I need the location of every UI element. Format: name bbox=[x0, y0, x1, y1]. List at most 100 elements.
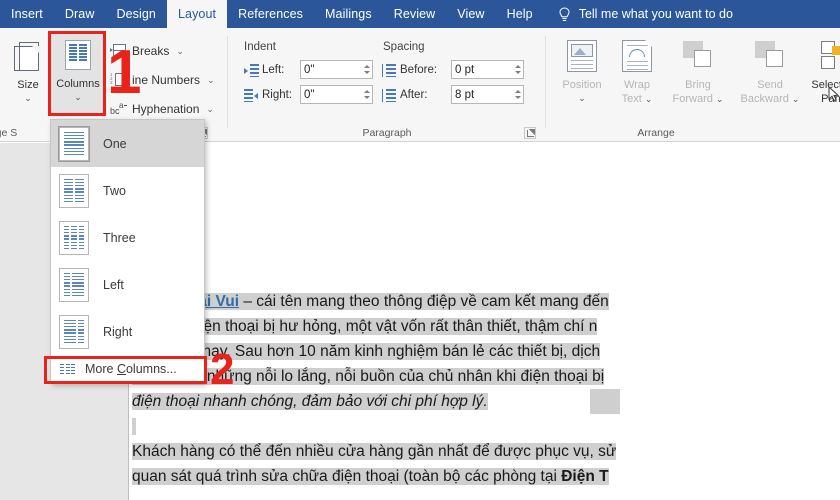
doc-line-3: trong thời nay. Sau hơn 10 năm kinh nghi… bbox=[132, 343, 601, 360]
bring-forward-button-label-2: Forward ⌄ bbox=[672, 92, 724, 105]
size-button-label: Size bbox=[17, 79, 39, 91]
indent-left-label: Left: bbox=[262, 64, 285, 76]
doc-line-1: Điện Thoại Vui – cái tên mang theo thông… bbox=[132, 289, 840, 314]
document-text: Điện Thoại Vui – cái tên mang theo thông… bbox=[132, 289, 840, 489]
tab-help-label: Help bbox=[506, 7, 533, 21]
doc-line-5: điện thoại nhanh chóng, đảm bảo với chi … bbox=[132, 389, 840, 414]
doc-line-1-rest: – cái tên mang theo thông điệp về cam kế… bbox=[239, 293, 609, 310]
indent-heading: Indent bbox=[244, 41, 276, 53]
tell-me-search[interactable]: Tell me what you want to do bbox=[544, 0, 733, 28]
menu-item-one[interactable]: One bbox=[51, 120, 204, 167]
chevron-down-icon: ⌄ bbox=[176, 45, 184, 56]
right-column-icon bbox=[59, 314, 89, 349]
menu-item-left-label: Left bbox=[103, 277, 124, 292]
tab-design[interactable]: Design bbox=[105, 0, 167, 28]
menu-item-three[interactable]: Three bbox=[51, 214, 204, 261]
send-backward-icon bbox=[755, 34, 785, 78]
spacing-before-spinner[interactable] bbox=[512, 61, 523, 78]
position-icon bbox=[567, 34, 597, 78]
spacing-after-input[interactable] bbox=[452, 86, 513, 103]
group-label-paragraph: Paragraph bbox=[362, 127, 412, 139]
tab-references-label: References bbox=[238, 7, 304, 21]
size-button[interactable]: Size ⌄ bbox=[2, 34, 54, 102]
tell-me-label: Tell me what you want to do bbox=[578, 7, 733, 21]
menu-item-two[interactable]: Two bbox=[51, 167, 204, 214]
wrap-text-button-label-1: Wrap bbox=[623, 79, 651, 91]
indent-right-label: Right: bbox=[262, 89, 293, 101]
spacing-before-label: Before: bbox=[400, 64, 438, 76]
spacing-before-input[interactable] bbox=[452, 61, 513, 78]
spacing-heading: Spacing bbox=[383, 41, 425, 53]
selection-pane-icon bbox=[819, 34, 840, 78]
bring-forward-button-label-1: Bring bbox=[685, 79, 711, 91]
indent-left-field[interactable] bbox=[300, 60, 373, 79]
menu-item-two-label: Two bbox=[103, 183, 126, 198]
spacing-after-field[interactable] bbox=[451, 85, 524, 104]
indent-left-input[interactable] bbox=[301, 61, 362, 78]
annotation-box-columns-button bbox=[48, 31, 106, 116]
chevron-down-icon: ⌄ bbox=[578, 92, 586, 103]
tab-mailings-label: Mailings bbox=[325, 7, 372, 21]
ribbon-group-paragraph: Indent Spacing Left: Right: bbox=[228, 28, 546, 142]
tab-design-label: Design bbox=[116, 7, 156, 21]
chevron-down-icon: ⌄ bbox=[644, 93, 653, 104]
tab-references[interactable]: References bbox=[227, 0, 314, 28]
mouse-cursor-icon bbox=[828, 86, 839, 102]
tab-review[interactable]: Review bbox=[383, 0, 447, 28]
menu-item-right-label: Right bbox=[103, 324, 133, 339]
send-backward-button-label-1: Send bbox=[757, 79, 783, 91]
indent-right-field[interactable] bbox=[300, 85, 373, 104]
line-numbers-button-label: ine Numbers bbox=[132, 73, 201, 87]
tab-review-label: Review bbox=[393, 7, 436, 21]
spacing-after-icon bbox=[381, 89, 396, 102]
menu-item-right[interactable]: Right bbox=[51, 308, 204, 355]
doc-line-blank bbox=[132, 414, 840, 439]
indent-left-spinner[interactable] bbox=[361, 61, 372, 78]
bring-forward-icon bbox=[683, 34, 713, 78]
position-button[interactable]: Position ⌄ bbox=[554, 34, 610, 102]
doc-line-7: quan sát quá trình sửa chữa điện thoại (… bbox=[132, 468, 609, 485]
spacing-before-icon bbox=[381, 64, 396, 77]
tab-help[interactable]: Help bbox=[496, 0, 544, 28]
doc-line-4: hiểu được những nỗi lo lắng, nỗi buồn củ… bbox=[132, 368, 605, 385]
annotation-number-2: 2 bbox=[210, 345, 235, 394]
menu-item-three-label: Three bbox=[103, 230, 136, 245]
indent-left-icon bbox=[244, 64, 259, 77]
bring-forward-button[interactable]: Bring Forward ⌄ bbox=[664, 34, 732, 105]
word-window: Insert Draw Design Layout References Mai… bbox=[0, 0, 840, 500]
tab-layout-label: Layout bbox=[177, 7, 217, 21]
ribbon-group-arrange: Position ⌄ Wrap Text ⌄ Bring Forward ⌄ S… bbox=[546, 28, 840, 142]
tab-insert[interactable]: Insert bbox=[0, 0, 54, 28]
menu-item-left[interactable]: Left bbox=[51, 261, 204, 308]
chevron-down-icon: ⌄ bbox=[791, 93, 800, 104]
hyphenation-button-label: Hyphenation bbox=[132, 102, 200, 116]
three-column-icon bbox=[59, 220, 89, 255]
wrap-text-icon bbox=[622, 34, 652, 78]
paragraph-2: Khách hàng có thể đến nhiều cửa hàng gần… bbox=[132, 439, 840, 489]
indent-right-input[interactable] bbox=[301, 86, 362, 103]
tab-draw[interactable]: Draw bbox=[54, 0, 106, 28]
tab-insert-label: Insert bbox=[11, 7, 43, 21]
chevron-down-icon: ⌄ bbox=[207, 74, 215, 85]
spacing-after-spinner[interactable] bbox=[512, 86, 523, 103]
wrap-text-button[interactable]: Wrap Text ⌄ bbox=[612, 34, 662, 105]
position-button-label: Position bbox=[562, 79, 602, 91]
ribbon-tab-bar: Insert Draw Design Layout References Mai… bbox=[0, 0, 840, 28]
tab-view[interactable]: View bbox=[446, 0, 495, 28]
chevron-down-icon: ⌄ bbox=[206, 103, 214, 114]
columns-dropdown-menu: One Two Three Left Right More Columns... bbox=[50, 119, 205, 384]
tab-view-label: View bbox=[457, 7, 485, 21]
chevron-down-icon: ⌄ bbox=[715, 93, 724, 104]
wrap-text-button-label-2: Text ⌄ bbox=[621, 92, 653, 105]
group-label-arrange: Arrange bbox=[637, 127, 675, 139]
tab-mailings[interactable]: Mailings bbox=[314, 0, 383, 28]
one-column-icon bbox=[58, 125, 90, 162]
spacing-after-label: After: bbox=[400, 89, 428, 101]
two-column-icon bbox=[59, 173, 89, 208]
spacing-before-field[interactable] bbox=[451, 60, 524, 79]
doc-line-2: hàng có điện thoại bị hư hỏng, một vật v… bbox=[132, 318, 598, 335]
tab-layout[interactable]: Layout bbox=[166, 0, 228, 28]
menu-item-one-label: One bbox=[103, 136, 127, 151]
send-backward-button[interactable]: Send Backward ⌄ bbox=[734, 34, 806, 105]
indent-right-spinner[interactable] bbox=[361, 86, 372, 103]
